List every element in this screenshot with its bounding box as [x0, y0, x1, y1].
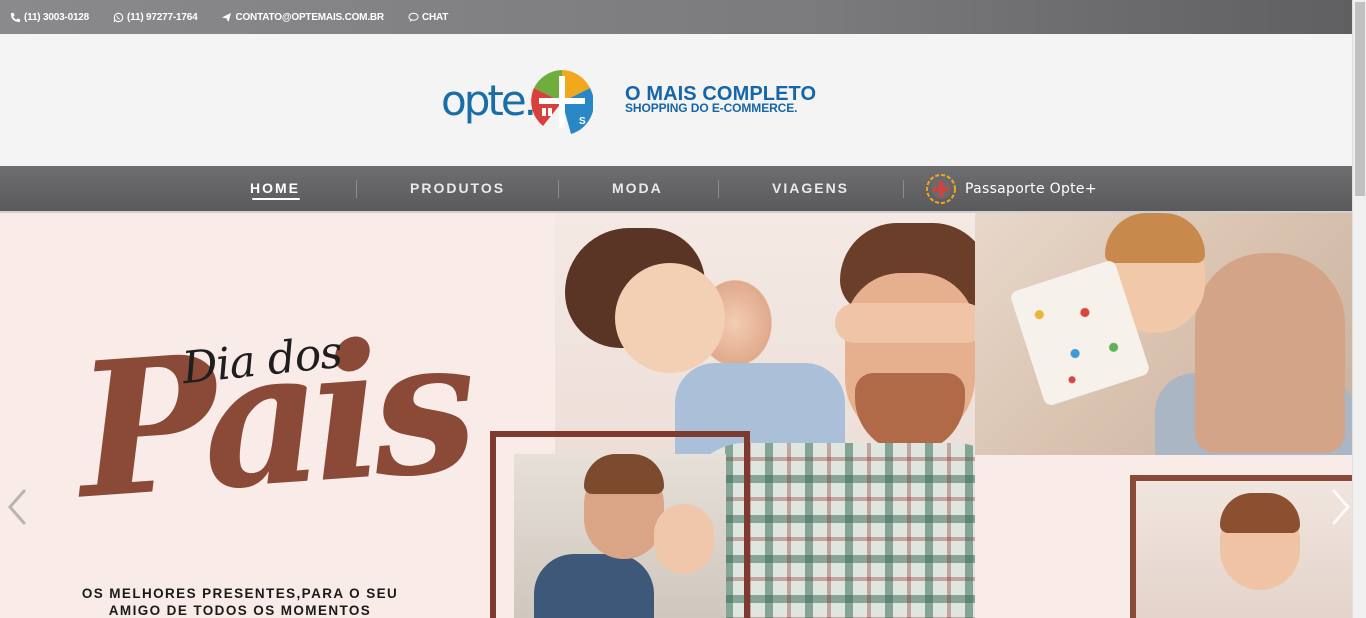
nav-divider [558, 180, 559, 198]
email-address: CONTATO@OPTEMAIS.COM.BR [235, 11, 384, 23]
nav-item-produtos[interactable]: PRODUTOS [410, 166, 505, 211]
banner-subtitle: OS MELHORES PRESENTES,PARA O SEU AMIGO D… [80, 585, 400, 618]
chat-label: CHAT [421, 11, 449, 23]
nav-divider [903, 180, 904, 198]
photo-detail [534, 554, 654, 618]
photo-detail [855, 373, 965, 453]
main-nav: HOME PRODUTOS MODA VIAGENS Passaporte Op… [0, 166, 1352, 213]
send-icon [222, 12, 232, 22]
banner-subtitle-line2: AMIGO DE TODOS OS MOMENTOS [108, 603, 372, 618]
hero-photo-bottom-left [514, 454, 726, 618]
page: (11) 3003-0128 (11) 97277-1764 CONTATO@O… [0, 0, 1366, 618]
phone-icon [10, 12, 21, 22]
photo-detail [1105, 213, 1205, 263]
opte-logo[interactable]: opte. S [441, 68, 593, 138]
nav-divider [356, 180, 357, 198]
tagline-line2: SHOPPING DO E-COMMERCE. [625, 101, 798, 115]
chat-link[interactable]: CHAT [408, 12, 448, 23]
passport-badge-icon [926, 174, 956, 204]
page-scrollbar[interactable] [1352, 0, 1366, 618]
banner-subtitle-line1: OS MELHORES PRESENTES,PARA O SEU [81, 586, 399, 601]
phone-link[interactable]: (11) 3003-0128 [10, 12, 89, 23]
phone-number: (11) 3003-0128 [24, 11, 90, 23]
site-header: opte. S O MAIS COMPLETO SHOPPING DO E-CO… [0, 34, 1352, 166]
nav-item-viagens[interactable]: VIAGENS [772, 166, 849, 211]
nav-active-indicator [252, 198, 300, 200]
chevron-right-icon[interactable] [1330, 487, 1352, 527]
whatsapp-number: (11) 97277-1764 [127, 11, 198, 23]
chevron-left-icon[interactable] [4, 487, 28, 527]
whatsapp-icon [113, 12, 124, 22]
hero-banner[interactable]: Pais Dia dos OS MELHORES PRESENTES,PARA … [0, 213, 1352, 618]
logo-wordmark: opte. [441, 76, 537, 125]
hero-photo-top-right [975, 213, 1352, 455]
email-link[interactable]: CONTATO@OPTEMAIS.COM.BR [221, 11, 384, 23]
photo-detail [615, 263, 725, 373]
chat-bubble-icon [408, 12, 419, 22]
nav-item-passaporte[interactable]: Passaporte Opte+ [925, 172, 1097, 206]
whatsapp-link[interactable]: (11) 97277-1764 [113, 11, 198, 23]
logo-plus-mark: S [531, 70, 593, 134]
site-tagline: O MAIS COMPLETO SHOPPING DO E-COMMERCE. [625, 84, 816, 114]
photo-detail [584, 454, 664, 494]
top-contact-bar: (11) 3003-0128 (11) 97277-1764 CONTATO@O… [0, 0, 1352, 34]
photo-frame [1130, 475, 1352, 618]
svg-text:S: S [579, 116, 586, 127]
scrollbar-thumb[interactable] [1355, 2, 1365, 196]
nav-divider [718, 180, 719, 198]
nav-item-home[interactable]: HOME [250, 166, 300, 211]
photo-detail [1195, 253, 1345, 453]
nav-item-moda[interactable]: MODA [612, 166, 663, 211]
passaporte-label: Passaporte Opte+ [965, 181, 1097, 197]
photo-detail [835, 303, 975, 343]
photo-detail [654, 504, 714, 574]
